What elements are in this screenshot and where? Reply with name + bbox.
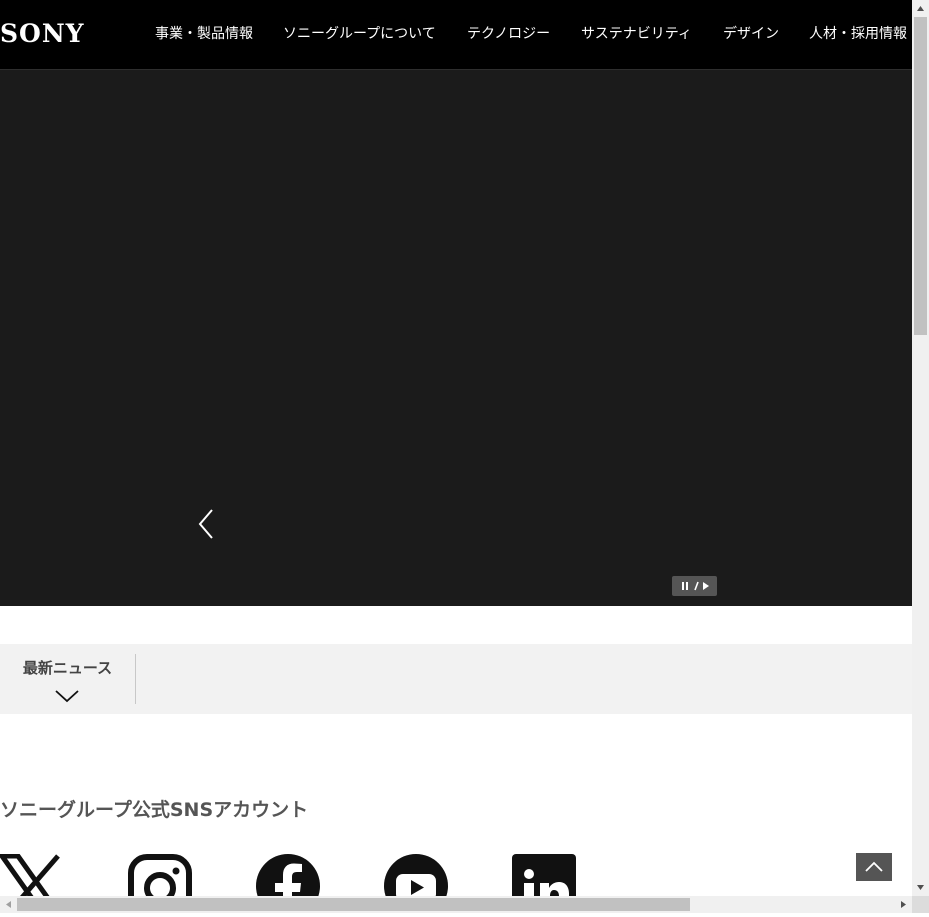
sns-linkedin-link[interactable] bbox=[512, 854, 576, 896]
chevron-left-icon bbox=[198, 509, 213, 539]
scroll-down-button[interactable] bbox=[912, 879, 929, 896]
sns-instagram-link[interactable] bbox=[128, 854, 192, 896]
sns-x-link[interactable] bbox=[0, 853, 64, 896]
sns-facebook-link[interactable] bbox=[256, 854, 320, 896]
horizontal-scroll-thumb[interactable] bbox=[17, 898, 690, 911]
sns-youtube-link[interactable] bbox=[384, 854, 448, 896]
nav-item-careers[interactable]: 人材・採用情報 bbox=[809, 24, 907, 44]
nav-item-sustainability[interactable]: サステナビリティ bbox=[581, 24, 692, 44]
latest-news-label[interactable]: 最新ニュース bbox=[0, 658, 135, 678]
scroll-up-button[interactable] bbox=[912, 0, 929, 17]
carousel-prev-button[interactable] bbox=[193, 505, 219, 543]
nav-item-technology[interactable]: テクノロジー bbox=[467, 24, 550, 44]
pause-play-icon bbox=[681, 581, 709, 591]
chevron-down-icon bbox=[55, 690, 79, 703]
latest-news-toggle[interactable] bbox=[54, 688, 80, 704]
instagram-icon bbox=[128, 854, 192, 896]
hero-carousel bbox=[0, 70, 912, 606]
facebook-icon bbox=[256, 854, 320, 896]
carousel-pause-play-button[interactable] bbox=[672, 576, 717, 596]
vertical-scrollbar[interactable] bbox=[912, 0, 929, 896]
scrollbar-corner bbox=[912, 896, 929, 913]
page: SONY 事業・製品情報 ソニーグループについて テクノロジー サステナビリティ… bbox=[0, 0, 912, 896]
triangle-right-icon bbox=[901, 901, 906, 908]
chevron-up-icon bbox=[865, 861, 883, 872]
divider bbox=[135, 654, 136, 704]
triangle-up-icon bbox=[917, 6, 924, 11]
triangle-left-icon bbox=[6, 901, 11, 908]
horizontal-scrollbar[interactable] bbox=[0, 896, 912, 913]
youtube-icon bbox=[384, 854, 448, 896]
scroll-right-button[interactable] bbox=[895, 896, 912, 913]
vertical-scroll-thumb[interactable] bbox=[914, 17, 927, 335]
scroll-left-button[interactable] bbox=[0, 896, 17, 913]
x-icon bbox=[0, 853, 60, 896]
nav-item-about[interactable]: ソニーグループについて bbox=[283, 24, 436, 44]
nav-item-design[interactable]: デザイン bbox=[723, 24, 779, 44]
triangle-down-icon bbox=[917, 885, 924, 890]
sony-logo[interactable]: SONY bbox=[0, 20, 85, 48]
nav-item-business[interactable]: 事業・製品情報 bbox=[155, 24, 253, 44]
latest-news-bar: 最新ニュース bbox=[0, 644, 912, 714]
linkedin-icon bbox=[512, 854, 576, 896]
back-to-top-button[interactable] bbox=[856, 853, 892, 881]
global-header: SONY 事業・製品情報 ソニーグループについて テクノロジー サステナビリティ… bbox=[0, 0, 912, 70]
sns-section-title: ソニーグループ公式SNSアカウント bbox=[0, 799, 309, 821]
